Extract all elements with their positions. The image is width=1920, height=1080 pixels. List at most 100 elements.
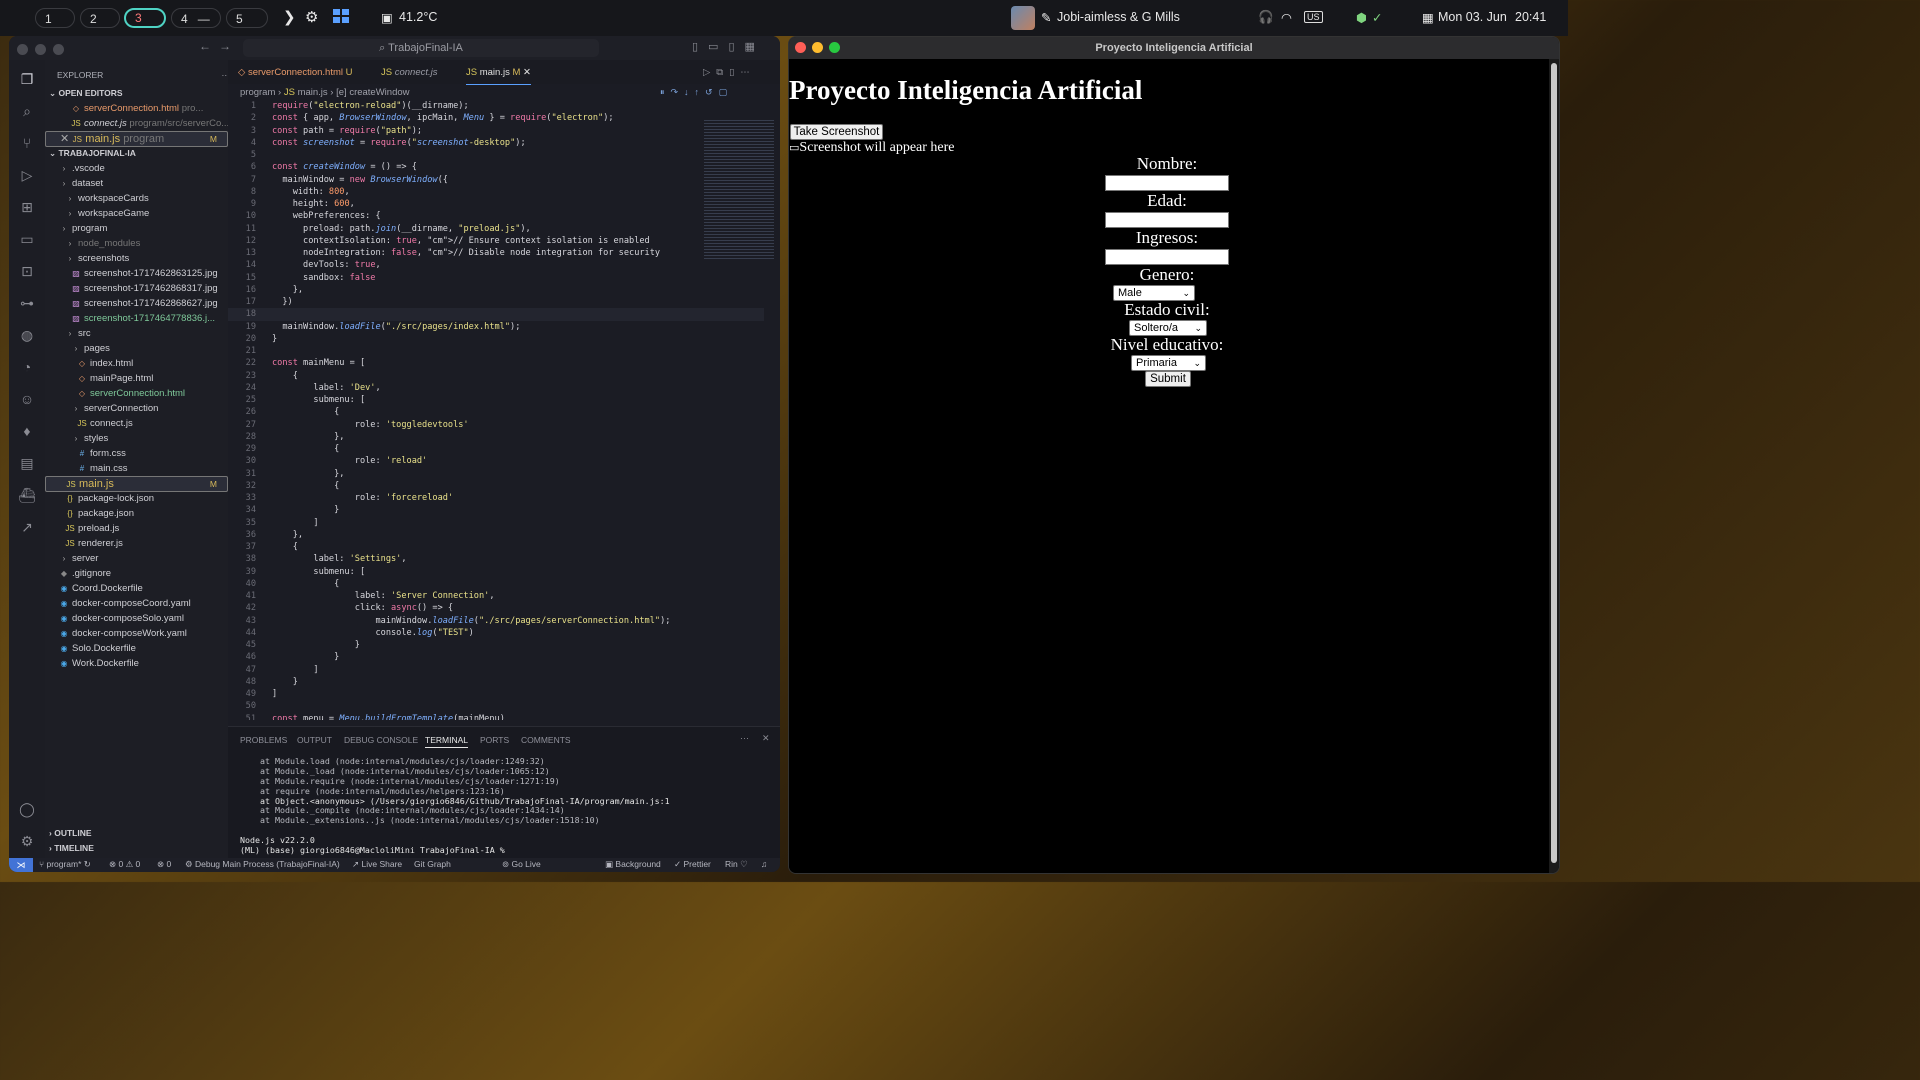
- code-line[interactable]: 15 sandbox: false: [228, 272, 764, 284]
- code-line[interactable]: 20}: [228, 333, 764, 345]
- tab-main[interactable]: JS main.js M ✕: [466, 60, 531, 85]
- file-tree-item[interactable]: › src: [45, 326, 248, 341]
- chevron-right-icon[interactable]: ❯: [283, 8, 296, 26]
- code-line[interactable]: 11 preload: path.join(__dirname, "preloa…: [228, 223, 764, 235]
- code-line[interactable]: 24 label: 'Dev',: [228, 382, 764, 394]
- file-tree-item[interactable]: ◆ .gitignore: [45, 566, 242, 581]
- search-icon[interactable]: ⌕: [18, 102, 36, 120]
- file-tree-item[interactable]: › pages: [45, 341, 254, 356]
- wifi-icon[interactable]: ◠: [1281, 10, 1292, 25]
- headphones-icon[interactable]: 🎧: [1258, 10, 1274, 25]
- file-tree-item[interactable]: › program: [45, 221, 242, 236]
- code-line[interactable]: 7 mainWindow = new BrowserWindow({: [228, 174, 764, 186]
- date[interactable]: Mon 03. Jun: [1438, 10, 1507, 24]
- debug-indicator[interactable]: ⚙ Debug Main Process (TrabajoFinal-IA): [185, 859, 340, 870]
- file-tree-item[interactable]: {} package.json: [45, 506, 248, 521]
- workspace-4[interactable]: 4 —: [171, 8, 221, 28]
- close-button[interactable]: [17, 44, 28, 55]
- tab-serverconnection[interactable]: ◇ serverConnection.html U: [238, 60, 353, 84]
- open-editors-header[interactable]: ⌄ OPEN EDITORS: [45, 86, 232, 101]
- scrollbar-thumb[interactable]: [1551, 63, 1557, 863]
- terminal-output[interactable]: at Module.load (node:internal/modules/cj…: [240, 756, 670, 856]
- zoom-button[interactable]: [829, 42, 840, 53]
- editor-actions[interactable]: ▷⧉▯⋯: [703, 60, 756, 84]
- debug-toolbar[interactable]: ⏸↷↓↑↺▢: [660, 87, 733, 98]
- code-line[interactable]: 25 submenu: [: [228, 394, 764, 406]
- notifications-icon[interactable]: ♫: [761, 859, 767, 869]
- open-editor-item[interactable]: JS connect.js program/src/serverCo...: [45, 116, 254, 131]
- file-tree-item[interactable]: › workspaceGame: [45, 206, 248, 221]
- code-line[interactable]: 28 },: [228, 431, 764, 443]
- code-line[interactable]: 30 role: 'reload': [228, 455, 764, 467]
- code-line[interactable]: 36 },: [228, 529, 764, 541]
- code-line[interactable]: 37 {: [228, 541, 764, 553]
- tab-connect[interactable]: JS connect.js: [381, 60, 438, 84]
- estado-civil-select[interactable]: Soltero/a ⌄: [1129, 320, 1207, 336]
- code-line[interactable]: 14 devTools: true,: [228, 259, 764, 271]
- file-tree-item[interactable]: ◉ docker-composeCoord.yaml: [45, 596, 242, 611]
- remote-indicator-icon[interactable]: ⋊: [9, 858, 33, 872]
- project-header[interactable]: ⌄ TRABAJOFINAL-IA: [45, 146, 232, 161]
- breadcrumb-item[interactable]: createWindow: [349, 87, 409, 98]
- code-line[interactable]: 49]: [228, 688, 764, 700]
- code-line[interactable]: 44 console.log("TEST"): [228, 627, 764, 639]
- file-tree-item[interactable]: ▨screenshot-1717464778836.j...U: [45, 311, 254, 326]
- github-icon[interactable]: ◍: [18, 326, 36, 344]
- code-line[interactable]: 22 const mainMenu = [: [228, 357, 764, 369]
- code-line[interactable]: 41 label: 'Server Connection',: [228, 590, 764, 602]
- more-actions-icon[interactable]: ···: [740, 733, 749, 743]
- code-line[interactable]: 19 mainWindow.loadFile("./src/pages/inde…: [228, 321, 764, 333]
- container-icon[interactable]: ⛴: [18, 486, 36, 504]
- close-icon[interactable]: ✕: [60, 133, 72, 145]
- file-tree-item[interactable]: {} package-lock.json: [45, 491, 248, 506]
- keyboard-layout[interactable]: US: [1304, 11, 1323, 23]
- manage-gear-icon[interactable]: ⚙: [18, 832, 36, 850]
- code-line[interactable]: 16 },: [228, 284, 764, 296]
- code-line[interactable]: 42 click: async() => {: [228, 602, 764, 614]
- code-line[interactable]: 4 const screenshot = require("screenshot-…: [228, 137, 764, 149]
- code-line[interactable]: 3 const path = require("path");: [228, 125, 764, 137]
- file-tree-item[interactable]: ◉ Work.Dockerfile: [45, 656, 242, 671]
- code-line[interactable]: 35 ]: [228, 517, 764, 529]
- code-line[interactable]: 40 {: [228, 578, 764, 590]
- code-line[interactable]: 5: [228, 149, 764, 161]
- code-line[interactable]: 48 }: [228, 676, 764, 688]
- file-tree-item[interactable]: JS preload.js: [45, 521, 248, 536]
- code-line[interactable]: 13 nodeIntegration: false, "cm">// Disab…: [228, 247, 764, 259]
- file-tree-item[interactable]: JS renderer.js: [45, 536, 248, 551]
- rin-button[interactable]: Rin ♡: [725, 859, 748, 870]
- code-line[interactable]: 10 webPreferences: {: [228, 210, 764, 222]
- workspace-2[interactable]: 2: [80, 8, 120, 28]
- back-arrow-icon[interactable]: ←: [199, 39, 211, 53]
- breadcrumb-item[interactable]: program: [240, 87, 275, 98]
- go-live-button[interactable]: ⊚ Go Live: [502, 859, 541, 870]
- run-debug-icon[interactable]: ▷: [18, 166, 36, 184]
- code-line[interactable]: 33 role: 'forcereload': [228, 492, 764, 504]
- file-tree-item[interactable]: › .vscode: [45, 161, 242, 176]
- file-tree-item[interactable]: ◉ docker-composeWork.yaml: [45, 626, 242, 641]
- command-center[interactable]: ⌕ TrabajoFinal-IA: [243, 39, 599, 57]
- file-tree-item[interactable]: ▨ screenshot-1717462868627.jpg: [45, 296, 254, 311]
- code-line[interactable]: 26 {: [228, 406, 764, 418]
- code-line[interactable]: 21: [228, 345, 764, 357]
- code-line[interactable]: 17 }): [228, 296, 764, 308]
- file-tree-item[interactable]: › node_modules: [45, 236, 248, 251]
- submit-button[interactable]: Submit: [1145, 371, 1191, 387]
- copilot-icon[interactable]: ☺: [18, 390, 36, 408]
- package-icon[interactable]: ⬢: [1356, 10, 1367, 25]
- grid-icon[interactable]: [333, 9, 349, 26]
- timeline-header[interactable]: › TIMELINE: [45, 841, 232, 856]
- close-icon[interactable]: ✕: [762, 733, 770, 744]
- now-playing[interactable]: Jobi-aimless & G Mills: [1057, 10, 1180, 24]
- workspace-5[interactable]: 5: [226, 8, 268, 28]
- workspace-1[interactable]: 1: [35, 8, 75, 28]
- edad-input[interactable]: [1105, 212, 1229, 228]
- code-line[interactable]: 39 submenu: [: [228, 566, 764, 578]
- code-line[interactable]: 12 contextIsolation: true, "cm">// Ensur…: [228, 235, 764, 247]
- share-icon[interactable]: ↗: [18, 518, 36, 536]
- file-tree-item[interactable]: › styles: [45, 431, 254, 446]
- open-editor-item[interactable]: ◇serverConnection.html pro...U: [45, 101, 254, 116]
- album-art[interactable]: [1011, 6, 1035, 30]
- code-line[interactable]: 47 ]: [228, 664, 764, 676]
- mongodb-icon[interactable]: ♦: [18, 422, 36, 440]
